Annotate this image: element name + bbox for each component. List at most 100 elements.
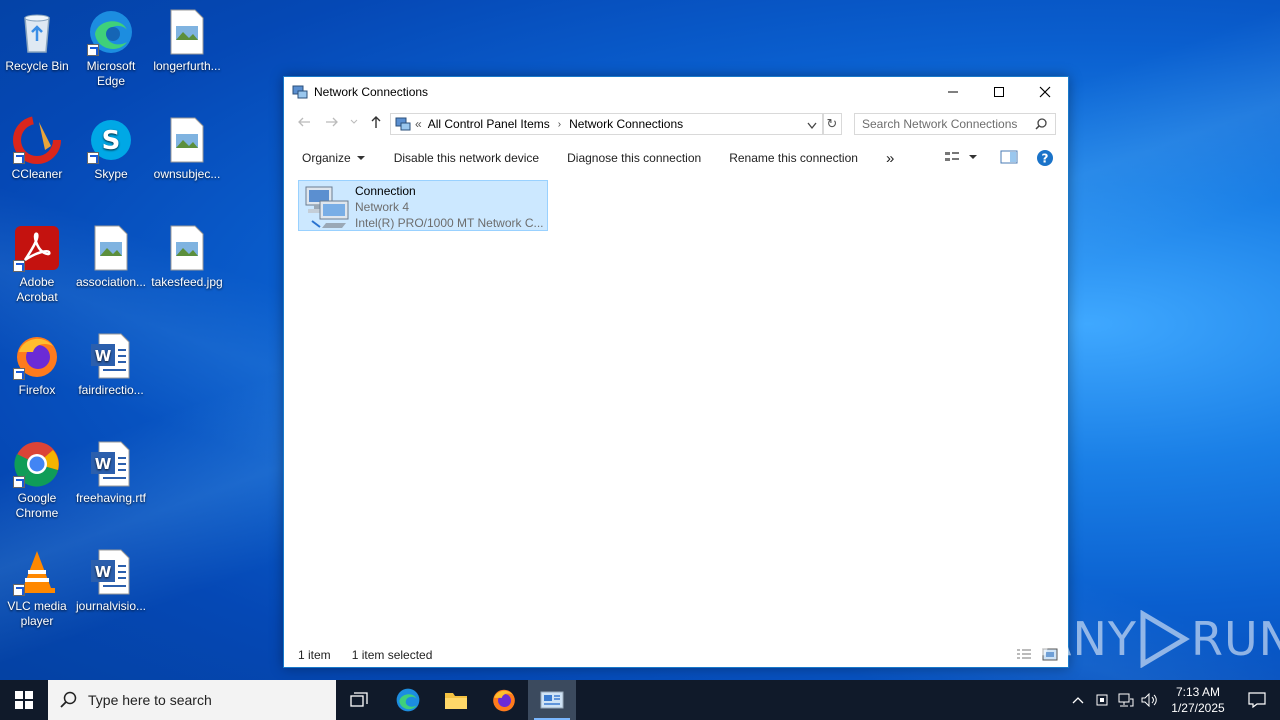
desktop-icon-skype[interactable]: S Skype: [74, 116, 148, 182]
shortcut-arrow-icon: [13, 476, 25, 488]
taskbar-firefox[interactable]: [480, 680, 528, 720]
clock-date: 1/27/2025: [1171, 701, 1225, 715]
details-view-button[interactable]: [1016, 648, 1032, 664]
taskbar-edge[interactable]: [384, 680, 432, 720]
content-area[interactable]: Connection Network 4 Intel(R) PRO/1000 M…: [284, 173, 1068, 643]
breadcrumb-separator-icon[interactable]: ›: [558, 119, 561, 130]
breadcrumb-overflow[interactable]: «: [415, 117, 422, 131]
clock-time: 7:13 AM: [1175, 685, 1221, 699]
desktop-icon-label: Firefox: [18, 383, 56, 397]
help-button[interactable]: ?: [1036, 149, 1054, 170]
device-icon: [1096, 694, 1108, 706]
desktop-icon-ccleaner[interactable]: CCleaner: [0, 116, 74, 182]
desktop-icon-label: freehaving.rtf: [75, 491, 147, 505]
watermark-text-left: ANY: [1040, 612, 1137, 666]
desktop-icon-journalvisio[interactable]: W journalvisio...: [74, 548, 148, 614]
change-view-button[interactable]: [944, 150, 978, 164]
up-button[interactable]: [362, 111, 390, 133]
volume-button[interactable]: [1138, 680, 1162, 720]
tray-device-icon-button[interactable]: [1090, 680, 1114, 720]
disable-device-button[interactable]: Disable this network device: [380, 143, 553, 173]
edge-icon: [87, 8, 135, 56]
address-bar[interactable]: « All Control Panel Items › Network Conn…: [390, 113, 824, 135]
show-hidden-icons-button[interactable]: [1066, 680, 1090, 720]
title-bar[interactable]: Network Connections: [284, 77, 1068, 107]
preview-pane-button[interactable]: [1000, 150, 1018, 167]
network-adapter-icon: [302, 181, 352, 231]
close-button[interactable]: [1022, 77, 1068, 107]
breadcrumb-all-control-panel-items[interactable]: All Control Panel Items: [428, 117, 550, 131]
shortcut-arrow-icon: [13, 152, 25, 164]
item-count: 1 item: [298, 648, 331, 662]
desktop-icon-vlc[interactable]: VLC media player: [0, 548, 74, 629]
shortcut-arrow-icon: [13, 260, 25, 272]
shortcut-arrow-icon: [13, 368, 25, 380]
svg-text:W: W: [95, 347, 112, 365]
ccleaner-icon: [13, 116, 61, 164]
command-bar: Organize Disable this network device Dia…: [284, 143, 1068, 173]
desktop-icon-longerfurth[interactable]: longerfurth...: [150, 8, 224, 74]
desktop-icon-ownsubjec[interactable]: ownsubjec...: [150, 116, 224, 182]
connection-name: Connection: [355, 184, 416, 198]
recent-locations-button[interactable]: [346, 111, 362, 133]
desktop-icon-firefox[interactable]: Firefox: [0, 332, 74, 398]
chevron-down-icon: [356, 156, 365, 160]
desktop-icon-label: takesfeed.jpg: [151, 275, 223, 289]
taskbar: Type here to search 7:13 AM 1/27/2025: [0, 680, 1280, 720]
minimize-button[interactable]: [930, 77, 976, 107]
desktop-icon-fairdirectio[interactable]: W fairdirectio...: [74, 332, 148, 398]
desktop-icon-label: Google Chrome: [15, 491, 59, 520]
refresh-icon: ↻: [826, 116, 838, 131]
network-status-button[interactable]: [1114, 680, 1138, 720]
address-dropdown-icon[interactable]: [807, 119, 817, 133]
taskbar-file-explorer[interactable]: [432, 680, 480, 720]
clock[interactable]: 7:13 AM 1/27/2025: [1162, 684, 1234, 716]
play-logo-icon: [1140, 610, 1190, 668]
search-placeholder: Search Network Connections: [862, 117, 1018, 131]
desktop-icon-label: VLC media player: [7, 599, 67, 628]
firefox-icon: [13, 332, 61, 380]
maximize-button[interactable]: [976, 77, 1022, 107]
list-item-connection[interactable]: Connection Network 4 Intel(R) PRO/1000 M…: [298, 180, 548, 231]
svg-text:?: ?: [1042, 152, 1049, 166]
recycle-bin-icon: [13, 8, 61, 56]
search-input[interactable]: Search Network Connections: [854, 113, 1056, 135]
chevron-down-icon: [350, 119, 358, 124]
connection-adapter: Intel(R) PRO/1000 MT Network C...: [355, 216, 544, 230]
action-center-button[interactable]: [1234, 680, 1280, 720]
start-button[interactable]: [0, 680, 48, 720]
forward-button[interactable]: [318, 111, 346, 133]
word-doc-icon: W: [87, 332, 135, 380]
refresh-button[interactable]: ↻: [822, 113, 842, 135]
organize-label: Organize: [302, 151, 351, 165]
desktop-icon-label: Skype: [94, 167, 128, 181]
desktop-icon-edge[interactable]: Microsoft Edge: [74, 8, 148, 89]
diagnose-connection-button[interactable]: Diagnose this connection: [553, 143, 715, 173]
svg-text:S: S: [102, 126, 121, 156]
desktop-icon-association[interactable]: association...: [74, 224, 148, 290]
rename-connection-button[interactable]: Rename this connection: [715, 143, 872, 173]
more-commands-button[interactable]: »: [872, 143, 908, 173]
desktop-icon-label: Recycle Bin: [5, 59, 69, 73]
skype-icon: S: [87, 116, 135, 164]
taskbar-network-connections[interactable]: [528, 680, 576, 720]
desktop-icon-takesfeed[interactable]: takesfeed.jpg: [150, 224, 224, 290]
taskbar-search-box[interactable]: Type here to search: [48, 680, 336, 720]
breadcrumb-network-connections[interactable]: Network Connections: [569, 117, 683, 131]
svg-text:W: W: [95, 455, 112, 473]
details-view-icon: [1017, 649, 1031, 659]
chrome-icon: [13, 440, 61, 488]
desktop-icon-chrome[interactable]: Google Chrome: [0, 440, 74, 521]
desktop-icon-acrobat[interactable]: Adobe Acrobat: [0, 224, 74, 305]
organize-button[interactable]: Organize: [284, 143, 380, 173]
desktop-icon-label: ownsubjec...: [153, 167, 221, 181]
network-connections-window[interactable]: Network Connections « All Control Panel …: [283, 76, 1069, 668]
task-view-button[interactable]: [336, 680, 384, 720]
desktop-icon-recycle-bin[interactable]: Recycle Bin: [0, 8, 74, 74]
image-file-icon: [87, 224, 135, 272]
desktop-icon-label: fairdirectio...: [78, 383, 144, 397]
desktop-icon-freehaving[interactable]: W freehaving.rtf: [74, 440, 148, 506]
back-button[interactable]: [290, 111, 318, 133]
word-doc-icon: W: [87, 440, 135, 488]
network-connections-icon: [292, 84, 308, 100]
